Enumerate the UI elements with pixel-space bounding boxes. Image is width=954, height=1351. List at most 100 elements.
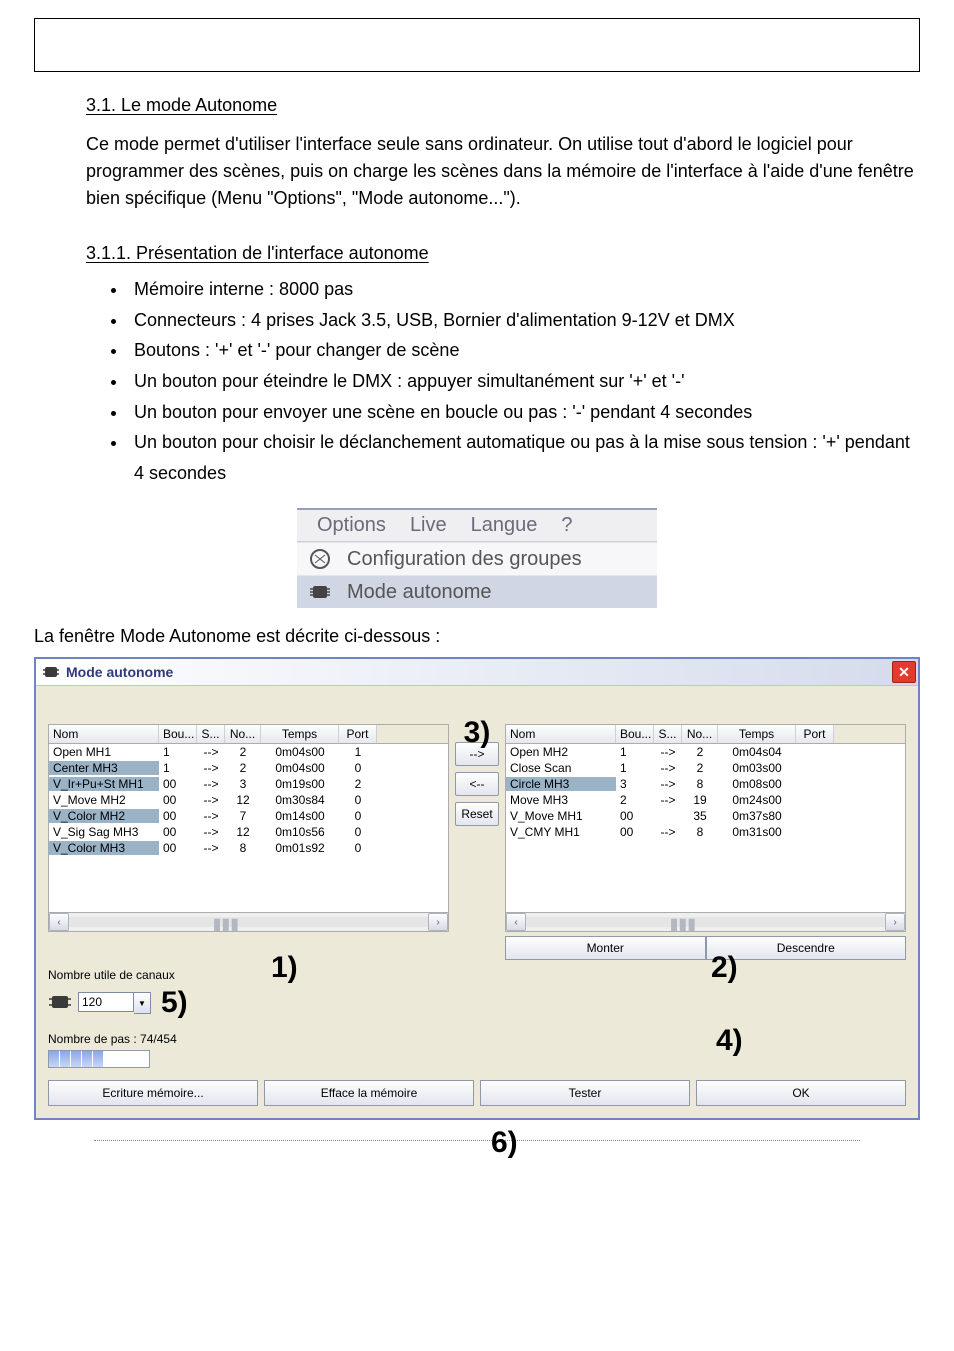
- table-row[interactable]: V_Color MH300-->80m01s920: [49, 840, 448, 856]
- left-list-panel: Nom Bou... S... No... Temps Port Open MH…: [48, 724, 449, 932]
- col-nom[interactable]: Nom: [49, 725, 159, 743]
- scroll-right-icon[interactable]: ›: [885, 913, 905, 931]
- scroll-thumb[interactable]: ▮▮▮: [670, 914, 696, 934]
- col-port[interactable]: Port: [796, 725, 834, 743]
- col-bou[interactable]: Bou...: [159, 725, 197, 743]
- scroll-right-icon[interactable]: ›: [428, 913, 448, 931]
- cell-temps: 0m03s00: [718, 761, 796, 775]
- menu-langue[interactable]: Langue: [459, 513, 550, 538]
- col-bou[interactable]: Bou...: [616, 725, 654, 743]
- test-button[interactable]: Tester: [480, 1080, 690, 1106]
- cell-temps: 0m04s00: [261, 745, 339, 759]
- reset-button[interactable]: Reset: [455, 802, 499, 826]
- right-scrollbar[interactable]: ‹ ▮▮▮ ›: [505, 913, 906, 932]
- table-row[interactable]: V_Color MH200-->70m14s000: [49, 808, 448, 824]
- cell-no: 2: [682, 745, 718, 759]
- progress-bar: [48, 1050, 150, 1068]
- table-row[interactable]: Open MH11-->20m04s001: [49, 744, 448, 760]
- cell-bou: 00: [159, 777, 197, 791]
- erase-memory-button[interactable]: Efface la mémoire: [264, 1080, 474, 1106]
- col-s[interactable]: S...: [197, 725, 225, 743]
- table-row[interactable]: V_Move MH200-->120m30s840: [49, 792, 448, 808]
- scroll-thumb[interactable]: ▮▮▮: [213, 914, 239, 934]
- cell-bou: 1: [159, 745, 197, 759]
- cell-nom: Circle MH3: [506, 777, 616, 791]
- cell-nom: V_CMY MH1: [506, 825, 616, 839]
- col-no[interactable]: No...: [225, 725, 261, 743]
- menu-item-config-groups[interactable]: Configuration des groupes: [297, 542, 657, 575]
- write-memory-button[interactable]: Ecriture mémoire...: [48, 1080, 258, 1106]
- table-row[interactable]: V_Move MH100350m37s80: [506, 808, 905, 824]
- cell-s: -->: [654, 777, 682, 791]
- cell-nom: Center MH3: [49, 761, 159, 775]
- menu-item-standalone-mode[interactable]: Mode autonome: [297, 575, 657, 608]
- col-temps[interactable]: Temps: [261, 725, 339, 743]
- standalone-window: Mode autonome ✕ 3) Nom Bou... S... No...…: [34, 657, 920, 1120]
- cell-nom: V_Sig Sag MH3: [49, 825, 159, 839]
- ok-button[interactable]: OK: [696, 1080, 906, 1106]
- caption: La fenêtre Mode Autonome est décrite ci-…: [34, 626, 920, 647]
- col-no[interactable]: No...: [682, 725, 718, 743]
- right-list-body[interactable]: Open MH21-->20m04s04Close Scan1-->20m03s…: [505, 744, 906, 913]
- cell-nom: Move MH3: [506, 793, 616, 807]
- cell-bou: 00: [616, 825, 654, 839]
- col-temps[interactable]: Temps: [718, 725, 796, 743]
- close-icon: ✕: [898, 664, 910, 681]
- cell-temps: 0m08s00: [718, 777, 796, 791]
- cell-no: 2: [225, 745, 261, 759]
- left-list-header: Nom Bou... S... No... Temps Port: [48, 724, 449, 744]
- scroll-left-icon[interactable]: ‹: [506, 913, 526, 931]
- cell-temps: 0m19s00: [261, 777, 339, 791]
- table-row[interactable]: Open MH21-->20m04s04: [506, 744, 905, 760]
- footer-rule: [94, 1140, 860, 1142]
- cell-port: 0: [339, 809, 377, 823]
- chip-icon: [305, 580, 335, 604]
- table-row[interactable]: Center MH31-->20m04s000: [49, 760, 448, 776]
- cell-nom: Close Scan: [506, 761, 616, 775]
- table-row[interactable]: V_Sig Sag MH300-->120m10s560: [49, 824, 448, 840]
- col-port[interactable]: Port: [339, 725, 377, 743]
- chevron-down-icon[interactable]: ▼: [134, 992, 151, 1014]
- left-list-body[interactable]: Open MH11-->20m04s001Center MH31-->20m04…: [48, 744, 449, 913]
- table-row[interactable]: Circle MH33-->80m08s00: [506, 776, 905, 792]
- remove-button[interactable]: <--: [455, 772, 499, 796]
- channels-input[interactable]: [78, 992, 134, 1012]
- move-up-button[interactable]: Monter: [505, 936, 706, 960]
- cell-bou: 1: [159, 761, 197, 775]
- cell-s: -->: [197, 841, 225, 855]
- marker-1: 1): [271, 951, 298, 985]
- cell-s: -->: [197, 777, 225, 791]
- table-row[interactable]: V_CMY MH100-->80m31s00: [506, 824, 905, 840]
- cell-temps: 0m31s00: [718, 825, 796, 839]
- cell-nom: V_Color MH3: [49, 841, 159, 855]
- col-s[interactable]: S...: [654, 725, 682, 743]
- cell-no: 8: [682, 777, 718, 791]
- channels-label: Nombre utile de canaux: [48, 968, 906, 982]
- chip-icon: [42, 664, 60, 680]
- cell-nom: V_Move MH2: [49, 793, 159, 807]
- marker-6: 6): [491, 1126, 518, 1160]
- cell-s: -->: [197, 745, 225, 759]
- groups-icon: [305, 547, 335, 571]
- list-item: Connecteurs : 4 prises Jack 3.5, USB, Bo…: [128, 305, 920, 336]
- left-scrollbar[interactable]: ‹ ▮▮▮ ›: [48, 913, 449, 932]
- chip-icon: [48, 993, 72, 1014]
- cell-temps: 0m37s80: [718, 809, 796, 823]
- cell-temps: 0m24s00: [718, 793, 796, 807]
- scroll-left-icon[interactable]: ‹: [49, 913, 69, 931]
- col-nom[interactable]: Nom: [506, 725, 616, 743]
- channels-combo[interactable]: ▼: [78, 992, 151, 1014]
- menu-options[interactable]: Options: [305, 513, 398, 538]
- table-row[interactable]: Close Scan1-->20m03s00: [506, 760, 905, 776]
- cell-temps: 0m04s00: [261, 761, 339, 775]
- table-row[interactable]: Move MH32-->190m24s00: [506, 792, 905, 808]
- cell-bou: 00: [159, 793, 197, 807]
- cell-no: 35: [682, 809, 718, 823]
- menu-live[interactable]: Live: [398, 513, 459, 538]
- cell-s: -->: [654, 745, 682, 759]
- titlebar: Mode autonome ✕: [36, 659, 918, 686]
- right-list-header: Nom Bou... S... No... Temps Port: [505, 724, 906, 744]
- table-row[interactable]: V_Ir+Pu+St MH100-->30m19s002: [49, 776, 448, 792]
- menu-help[interactable]: ?: [549, 513, 584, 538]
- close-button[interactable]: ✕: [892, 661, 916, 683]
